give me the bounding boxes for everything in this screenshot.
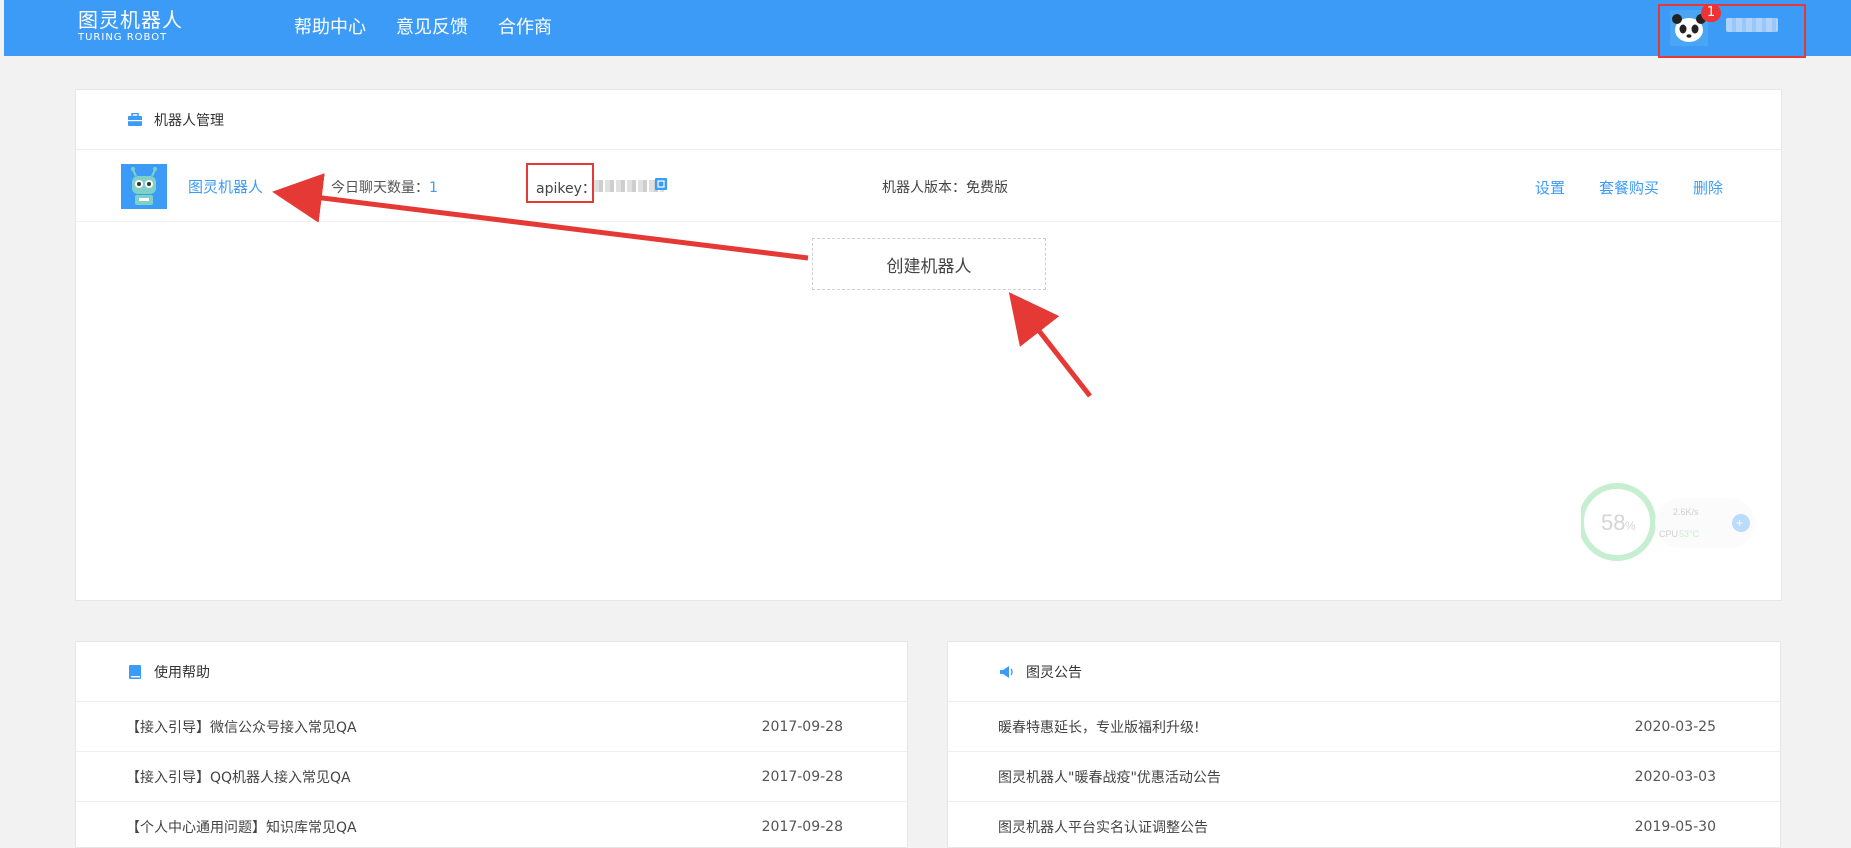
- widget-percent-unit: %: [1625, 519, 1636, 533]
- delete-link[interactable]: 删除: [1693, 177, 1723, 198]
- notice-panel: 图灵公告 暖春特惠延长，专业版福利升级! 2020-03-25 图灵机器人"暖春…: [947, 641, 1781, 848]
- widget-cpu-label: CPU: [1659, 529, 1678, 539]
- book-icon: [126, 663, 144, 681]
- username-blurred[interactable]: [1726, 18, 1778, 32]
- notification-badge[interactable]: 1: [1701, 4, 1721, 22]
- notice-item-date: 2020-03-25: [1634, 718, 1716, 735]
- robot-name-link[interactable]: 图灵机器人: [188, 176, 263, 197]
- nav-help-center[interactable]: 帮助中心: [294, 13, 366, 39]
- robot-management-header: 机器人管理: [76, 90, 1781, 150]
- notice-item-title[interactable]: 图灵机器人"暖春战疫"优惠活动公告: [998, 767, 1221, 787]
- nav-feedback[interactable]: 意见反馈: [396, 13, 468, 39]
- toolbox-icon: [126, 111, 144, 129]
- robot-management-panel: 机器人管理 图灵机器人 今日聊天数量：1 apikey： 机器人版本：免费版 设…: [75, 89, 1782, 601]
- help-panel-header: 使用帮助: [76, 642, 907, 702]
- nav-partners[interactable]: 合作商: [498, 13, 552, 39]
- panel-title: 机器人管理: [154, 112, 224, 129]
- robot-actions: 设置 套餐购买 删除: [1535, 177, 1723, 198]
- help-item-title[interactable]: 【个人中心通用问题】知识库常见QA: [126, 817, 357, 837]
- notice-item[interactable]: 图灵机器人平台实名认证调整公告 2019-05-30: [948, 802, 1780, 848]
- chat-count-label: 今日聊天数量：: [331, 180, 429, 196]
- robot-row: 图灵机器人 今日聊天数量：1 apikey： 机器人版本：免费版 设置 套餐购买…: [76, 150, 1781, 222]
- notice-item[interactable]: 暖春特惠延长，专业版福利升级! 2020-03-25: [948, 702, 1780, 752]
- help-panel: 使用帮助 【接入引导】微信公众号接入常见QA 2017-09-28 【接入引导】…: [75, 641, 908, 848]
- notice-item-date: 2020-03-03: [1634, 768, 1716, 785]
- help-item[interactable]: 【接入引导】微信公众号接入常见QA 2017-09-28: [76, 702, 907, 752]
- help-item-date: 2017-09-28: [761, 818, 843, 835]
- top-navbar: 图灵机器人 TURING ROBOT 帮助中心 意见反馈 合作商: [4, 0, 1851, 56]
- help-item[interactable]: 【接入引导】QQ机器人接入常见QA 2017-09-28: [76, 752, 907, 802]
- notice-item-date: 2019-05-30: [1634, 818, 1716, 835]
- buy-plan-link[interactable]: 套餐购买: [1599, 177, 1659, 198]
- chat-count-value: 1: [429, 180, 438, 196]
- turing-logo[interactable]: 图灵机器人 TURING ROBOT: [78, 10, 183, 43]
- notice-panel-title: 图灵公告: [1026, 664, 1082, 681]
- widget-speed: 2.6K/s: [1673, 507, 1699, 517]
- help-item-title[interactable]: 【接入引导】微信公众号接入常见QA: [126, 717, 357, 737]
- help-panel-title: 使用帮助: [154, 664, 210, 681]
- today-chat-count: 今日聊天数量：1: [331, 177, 438, 197]
- robot-avatar[interactable]: [121, 164, 167, 209]
- system-monitor-widget: 58 % 2.6K/s CPU 53°C +: [1581, 483, 1755, 561]
- help-item[interactable]: 【个人中心通用问题】知识库常见QA 2017-09-28: [76, 802, 907, 848]
- help-item-date: 2017-09-28: [761, 718, 843, 735]
- logo-chinese: 图灵机器人: [78, 8, 183, 32]
- widget-cpu-temp: 53°C: [1679, 529, 1700, 539]
- notice-item-title[interactable]: 暖春特惠延长，专业版福利升级!: [998, 717, 1200, 737]
- svg-text:+: +: [1736, 516, 1743, 530]
- notice-item[interactable]: 图灵机器人"暖春战疫"优惠活动公告 2020-03-03: [948, 752, 1780, 802]
- logo-english: TURING ROBOT: [78, 32, 168, 43]
- notice-item-title[interactable]: 图灵机器人平台实名认证调整公告: [998, 817, 1208, 837]
- settings-link[interactable]: 设置: [1535, 177, 1565, 198]
- create-robot-button[interactable]: 创建机器人: [812, 238, 1046, 290]
- robot-version: 机器人版本：免费版: [882, 180, 1008, 196]
- notice-panel-header: 图灵公告: [948, 642, 1780, 702]
- help-item-title[interactable]: 【接入引导】QQ机器人接入常见QA: [126, 767, 351, 787]
- widget-percent: 58: [1601, 510, 1625, 535]
- apikey-label: apikey：: [536, 181, 596, 197]
- main-nav: 帮助中心 意见反馈 合作商: [294, 0, 552, 52]
- help-item-date: 2017-09-28: [761, 768, 843, 785]
- copy-icon[interactable]: [654, 177, 668, 191]
- megaphone-icon: [998, 663, 1016, 681]
